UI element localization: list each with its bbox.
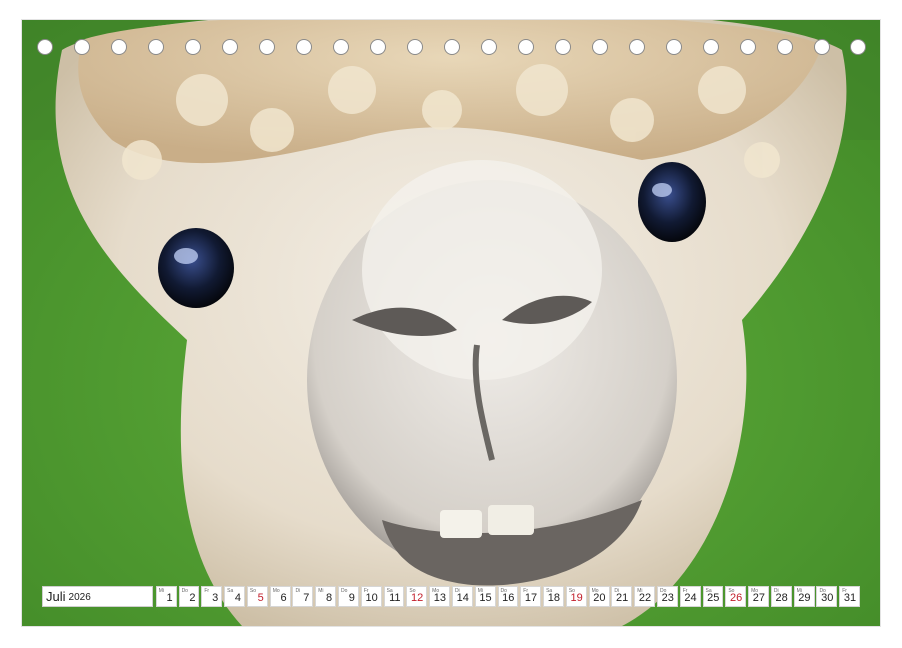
day-number: 13: [433, 592, 447, 604]
day-number: 1: [166, 592, 173, 604]
day-cell: Fr 31: [839, 586, 861, 607]
day-cell: Mi 22: [634, 586, 656, 607]
day-cell: Fr 3: [201, 586, 223, 607]
day-number: 21: [616, 592, 629, 604]
weekday-label: Sa: [227, 588, 234, 594]
day-cell: Do 30: [816, 586, 838, 607]
day-number: 19: [570, 592, 583, 604]
weekday-label: Mi: [318, 588, 324, 594]
month-name: Juli: [46, 589, 66, 604]
day-cell: Di 28: [770, 586, 792, 607]
day-number: 30: [821, 592, 834, 604]
day-cell: Do 23: [656, 586, 678, 607]
weekday-label: Do: [341, 588, 348, 594]
day-number: 4: [234, 592, 242, 604]
weekday-label: So: [249, 588, 257, 594]
weekday-label: Di: [295, 588, 301, 594]
day-number: 18: [547, 592, 560, 604]
calendar-strip: Juli 2026 Mi 1 Do 2 Fr 3 Sa 4 So 5 Mo 6 Di 7 Mi 8 Do 9 Fr 1…: [42, 586, 862, 607]
weekday-label: Mi: [158, 588, 165, 594]
day-number: 16: [502, 592, 515, 604]
day-cells: Mi 1 Do 2 Fr 3 Sa 4 So 5 Mo 6 Di 7 Mi 8 Do 9 Fr 10 Sa 11 So 12 M…: [155, 586, 862, 607]
alpaca-photo: [22, 20, 880, 626]
day-number: 10: [365, 592, 378, 604]
weekday-label: Do: [181, 588, 188, 594]
day-number: 29: [798, 592, 811, 604]
day-number: 8: [326, 592, 333, 604]
day-number: 27: [752, 592, 765, 604]
day-number: 2: [189, 592, 196, 604]
day-number: 28: [775, 592, 788, 604]
day-cell: Sa 4: [224, 586, 246, 607]
weekday-label: Fr: [204, 588, 210, 594]
day-number: 20: [593, 592, 606, 604]
day-number: 5: [257, 592, 264, 604]
month-year: 2026: [68, 592, 91, 603]
day-cell: Mo 27: [748, 586, 769, 607]
day-cell: Do 9: [338, 586, 359, 607]
day-cell: Do 2: [178, 586, 200, 607]
day-cell: Mo 20: [588, 586, 610, 607]
day-number: 9: [348, 592, 355, 604]
day-number: 31: [843, 592, 857, 604]
day-number: 23: [661, 592, 674, 604]
day-number: 22: [638, 592, 652, 604]
day-number: 24: [684, 592, 697, 604]
calendar-page: [22, 20, 880, 626]
day-cell: Mi 8: [315, 586, 337, 607]
day-number: 7: [303, 592, 310, 604]
day-number: 6: [280, 592, 287, 604]
day-cell: Mi 1: [155, 586, 177, 607]
day-cell: Sa 25: [702, 586, 724, 607]
day-cell: Di 21: [611, 586, 633, 607]
day-number: 26: [729, 592, 743, 604]
day-cell: Mi 15: [474, 586, 496, 607]
day-cell: Sa 11: [383, 586, 405, 607]
day-number: 17: [524, 592, 538, 604]
day-cell: Fr 24: [679, 586, 701, 607]
day-number: 25: [707, 592, 720, 604]
day-cell: Di 14: [451, 586, 473, 607]
day-cell: Mo 13: [429, 586, 451, 607]
month-label: Juli 2026: [42, 586, 153, 607]
day-cell: So 26: [725, 586, 747, 607]
day-cell: So 12: [406, 586, 428, 607]
day-cell: Di 7: [292, 586, 314, 607]
day-cell: Fr 10: [360, 586, 382, 607]
day-cell: Mo 6: [269, 586, 291, 607]
day-cell: So 5: [246, 586, 268, 607]
day-number: 11: [389, 592, 401, 604]
day-cell: Sa 18: [543, 586, 564, 607]
day-number: 3: [212, 592, 219, 604]
day-number: 15: [479, 592, 492, 604]
day-cell: Mi 29: [793, 586, 815, 607]
weekday-label: Mo: [272, 588, 280, 594]
day-cell: So 19: [565, 586, 587, 607]
day-cell: Do 16: [497, 586, 519, 607]
day-number: 12: [411, 592, 424, 604]
day-cell: Fr 17: [520, 586, 542, 607]
day-number: 14: [456, 592, 469, 604]
